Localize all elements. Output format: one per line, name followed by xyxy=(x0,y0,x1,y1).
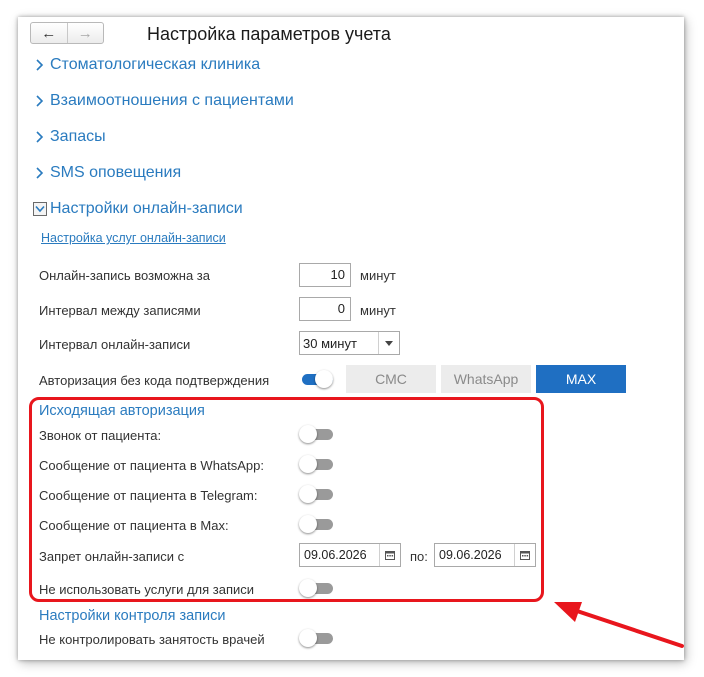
dropdown-button[interactable] xyxy=(378,332,399,354)
calendar-button[interactable] xyxy=(379,544,400,566)
section-online-label: Настройки онлайн-записи xyxy=(50,200,243,217)
calendar-icon xyxy=(385,551,395,560)
caret-down-icon xyxy=(385,340,393,346)
calendar-button[interactable] xyxy=(514,544,535,566)
chevron-right-icon xyxy=(36,59,44,71)
no-services-label: Не использовать услуги для записи xyxy=(39,582,255,597)
ban-from-input[interactable]: 09.06.2026 xyxy=(299,543,401,567)
ban-to-value: 09.06.2026 xyxy=(439,548,502,562)
channel-max-button[interactable]: MAX xyxy=(536,365,626,393)
no-services-toggle[interactable] xyxy=(299,579,333,597)
section-stock-label: Запасы xyxy=(50,128,106,145)
section-patients-label: Взаимоотношения с пациентами xyxy=(50,92,294,109)
section-sms[interactable]: SMS оповещения xyxy=(33,164,181,182)
calendar-icon xyxy=(520,551,530,560)
gap-input[interactable]: 0 xyxy=(299,297,351,321)
chevron-down-icon xyxy=(33,202,47,216)
section-clinic-label: Стоматологическая клиника xyxy=(50,56,261,73)
section-stock[interactable]: Запасы xyxy=(33,128,106,146)
chevron-right-icon xyxy=(36,95,44,107)
channel-whatsapp-button[interactable]: WhatsApp xyxy=(441,365,531,393)
doctors-label: Не контролировать занятость врачей xyxy=(39,632,265,647)
ban-to-label: по: xyxy=(410,549,428,564)
chevron-right-icon xyxy=(36,167,44,179)
section-patients[interactable]: Взаимоотношения с пациентами xyxy=(33,92,294,110)
auth-toggle[interactable] xyxy=(299,370,333,388)
settings-window: ← → Настройка параметров учета Стоматоло… xyxy=(18,17,684,660)
telegram-label: Сообщение от пациента в Telegram: xyxy=(39,488,258,503)
nav-buttons: ← → xyxy=(30,22,104,44)
arrow-left-icon: ← xyxy=(41,24,57,42)
interval-select[interactable]: 30 минут xyxy=(299,331,400,355)
section-sms-label: SMS оповещения xyxy=(50,164,182,181)
advance-unit: минут xyxy=(360,268,396,283)
advance-label: Онлайн-запись возможна за xyxy=(39,268,210,283)
interval-value: 30 минут xyxy=(303,336,357,351)
gap-unit: минут xyxy=(360,303,396,318)
page-title: Настройка параметров учета xyxy=(147,24,391,44)
interval-label: Интервал онлайн-записи xyxy=(39,337,191,352)
telegram-toggle[interactable] xyxy=(299,485,333,503)
ban-from-value: 09.06.2026 xyxy=(304,548,367,562)
ban-label: Запрет онлайн-записи с xyxy=(39,549,185,564)
gap-label: Интервал между записями xyxy=(39,303,201,318)
auth-label: Авторизация без кода подтверждения xyxy=(39,373,270,388)
max-label: Сообщение от пациента в Max: xyxy=(39,518,229,533)
ban-to-input[interactable]: 09.06.2026 xyxy=(434,543,536,567)
whatsapp-toggle[interactable] xyxy=(299,455,333,473)
forward-button[interactable]: → xyxy=(66,23,104,43)
advance-input[interactable]: 10 xyxy=(299,263,351,287)
chevron-right-icon xyxy=(36,131,44,143)
section-online[interactable]: Настройки онлайн-записи xyxy=(33,200,243,218)
max-toggle[interactable] xyxy=(299,515,333,533)
call-toggle[interactable] xyxy=(299,425,333,443)
arrow-annotation-icon xyxy=(554,602,684,648)
whatsapp-label: Сообщение от пациента в WhatsApp: xyxy=(39,458,265,473)
call-label: Звонок от пациента: xyxy=(39,428,162,443)
control-title: Настройки контроля записи xyxy=(39,608,226,624)
services-link[interactable]: Настройка услуг онлайн-записи xyxy=(41,231,226,245)
arrow-right-icon: → xyxy=(77,24,93,42)
back-button[interactable]: ← xyxy=(31,23,67,43)
section-clinic[interactable]: Стоматологическая клиника xyxy=(33,56,260,74)
channel-sms-button[interactable]: СМС xyxy=(346,365,436,393)
outgoing-auth-title: Исходящая авторизация xyxy=(39,403,205,419)
doctors-toggle[interactable] xyxy=(299,629,333,647)
